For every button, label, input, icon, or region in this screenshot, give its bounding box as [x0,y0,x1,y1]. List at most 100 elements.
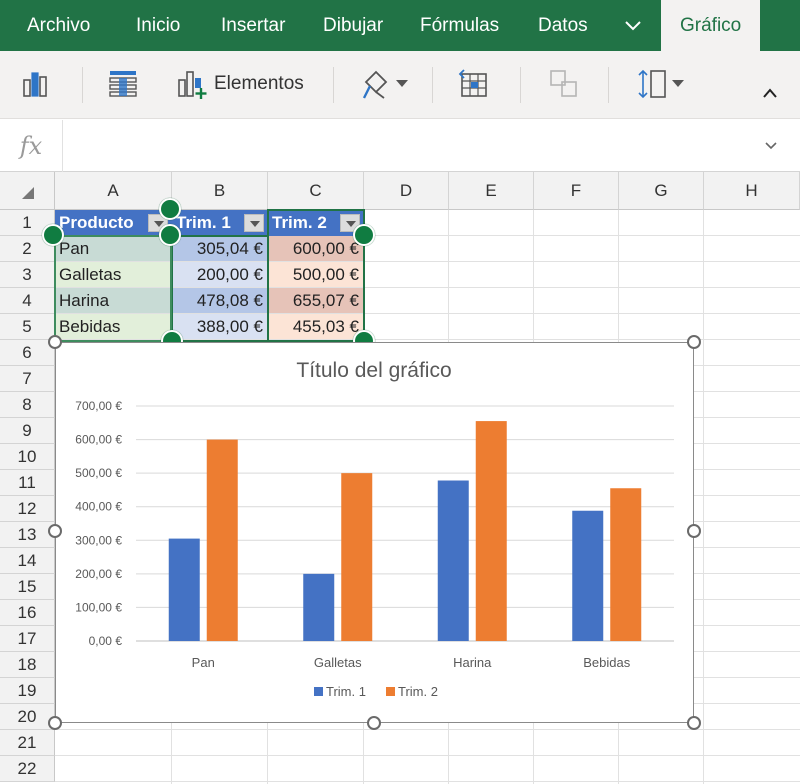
chart-resize-handle[interactable] [367,716,381,730]
legend-swatch [314,687,323,696]
ribbon-separator [333,67,334,103]
chart-object[interactable]: Título del gráfico 0,00 € 100,00 € 200,00 … [55,342,694,723]
row-gridline [55,755,800,756]
y-tick-label: 600,00 € [75,433,122,447]
chart-resize-handle[interactable] [48,716,62,730]
row-header-9[interactable]: 9 [0,418,55,444]
selection-handle[interactable] [42,224,64,246]
row-header-16[interactable]: 16 [0,600,55,626]
column-header-g[interactable]: G [619,172,704,210]
y-tick-label: 300,00 € [75,533,122,547]
legend-label: Trim. 1 [326,684,366,699]
collapse-ribbon-chevron-icon[interactable] [762,87,778,99]
y-tick-label: 200,00 € [75,567,122,581]
column-header-d[interactable]: D [364,172,449,210]
row-header-11[interactable]: 11 [0,470,55,496]
row-header-10[interactable]: 10 [0,444,55,470]
row-gridline [55,781,800,782]
select-all-triangle-icon [22,187,34,199]
column-header-a[interactable]: A [55,172,172,210]
chart-style-dropdown-icon[interactable] [396,80,408,88]
x-category-label: Bebidas [583,655,630,670]
row-header-12[interactable]: 12 [0,496,55,522]
bar-galletas-series1[interactable] [303,573,335,641]
menu-archivo[interactable]: Archivo [27,0,90,51]
function-fx-icon[interactable]: fx [0,120,63,172]
y-tick-label: 700,00 € [75,399,122,413]
selection-handle[interactable] [353,224,375,246]
y-axis-tick-labels: 0,00 € 100,00 € 200,00 € 300,00 € 400,00 € 50… [75,399,122,648]
row-header-15[interactable]: 15 [0,574,55,600]
select-all-corner[interactable] [0,172,55,210]
y-tick-label: 100,00 € [75,600,122,614]
column-header-e[interactable]: E [449,172,534,210]
row-header-19[interactable]: 19 [0,678,55,704]
menu-insertar[interactable]: Insertar [221,0,285,51]
row-header-3[interactable]: 3 [0,262,55,288]
row-header-6[interactable]: 6 [0,340,55,366]
menu-formulas[interactable]: Fórmulas [420,0,499,51]
chart-resize-handle[interactable] [687,716,701,730]
selection-range-trim2 [267,209,365,342]
row-header-13[interactable]: 13 [0,522,55,548]
chart-bars [168,421,642,641]
bar-harina-series2[interactable] [475,421,507,641]
formula-bar: fx [0,120,800,172]
expand-formula-chevron-icon[interactable] [762,136,780,154]
chart-style-paint-icon[interactable] [360,68,392,100]
bar-bebidas-series1[interactable] [572,510,604,641]
chart-resize-handle[interactable] [48,524,62,538]
row-header-21[interactable]: 21 [0,730,55,756]
selection-range-trim1 [171,235,269,342]
row-header-17[interactable]: 17 [0,626,55,652]
selection-handle[interactable] [159,198,181,220]
y-tick-label: 400,00 € [75,500,122,514]
select-data-icon[interactable] [458,68,490,100]
row-header-4[interactable]: 4 [0,288,55,314]
size-dropdown-icon[interactable] [672,80,684,88]
row-header-18[interactable]: 18 [0,652,55,678]
y-tick-label: 0,00 € [89,634,123,648]
row-header-5[interactable]: 5 [0,314,55,340]
switch-row-column-icon[interactable] [107,68,139,100]
chart-resize-handle[interactable] [687,524,701,538]
legend-label: Trim. 2 [398,684,438,699]
chart-title[interactable]: Título del gráfico [296,359,451,382]
bar-pan-series2[interactable] [206,439,238,641]
column-header-f[interactable]: F [534,172,619,210]
x-category-label: Galletas [314,655,362,670]
bar-harina-series1[interactable] [437,480,469,641]
chart-elements-label[interactable]: Elementos [214,73,304,95]
menu-dibujar[interactable]: Dibujar [323,0,383,51]
ribbon-separator [520,67,521,103]
bar-bebidas-series2[interactable] [610,488,642,641]
column-header-c[interactable]: C [268,172,364,210]
chart-resize-handle[interactable] [687,335,701,349]
menu-bar: Archivo Inicio Insertar Dibujar Fórmulas… [0,0,800,51]
menu-datos[interactable]: Datos [538,0,588,51]
arrange-icon[interactable] [548,68,580,100]
chart-elements-icon[interactable] [176,68,208,100]
selection-handle[interactable] [159,224,181,246]
column-header-b[interactable]: B [172,172,268,210]
size-icon[interactable] [636,68,668,100]
row-header-14[interactable]: 14 [0,548,55,574]
x-category-label: Pan [192,655,215,670]
more-menus-chevron-icon[interactable] [624,17,642,35]
chart-type-icon[interactable] [20,68,52,100]
bar-pan-series1[interactable] [168,538,200,641]
column-gridline [703,210,704,784]
row-header-8[interactable]: 8 [0,392,55,418]
row-header-7[interactable]: 7 [0,366,55,392]
menu-grafico-tab[interactable]: Gráfico [661,0,760,51]
column-header-h[interactable]: H [704,172,800,210]
row-gridline [55,729,800,730]
chart-legend[interactable]: Trim. 1 Trim. 2 [314,684,438,699]
row-header-22[interactable]: 22 [0,756,55,782]
row-header-20[interactable]: 20 [0,704,55,730]
clustered-column-chart: Título del gráfico 0,00 € 100,00 € 200,00 … [75,359,674,699]
menu-inicio[interactable]: Inicio [136,0,180,51]
filter-dropdown-icon[interactable] [244,214,264,232]
chart-resize-handle[interactable] [48,335,62,349]
bar-galletas-series2[interactable] [341,473,373,641]
